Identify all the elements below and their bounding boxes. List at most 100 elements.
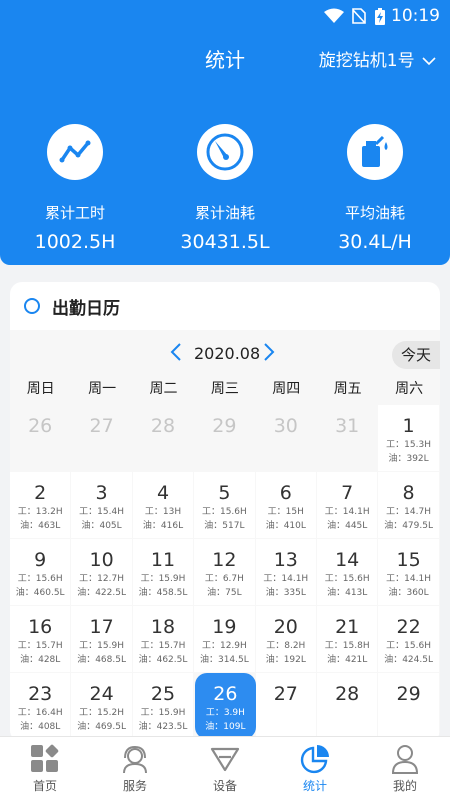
calendar-day[interactable]: 29	[378, 673, 439, 739]
service-headset-icon	[90, 743, 180, 775]
day-fuel: 油：360L	[388, 588, 429, 598]
header: 10:19 统计 旋挖钻机1号 累计工时 1002.5H 累计油耗 30431.…	[0, 0, 450, 265]
tab-bar: 首页 服务 设备 统计 我的	[0, 736, 450, 800]
calendar-day[interactable]: 28	[317, 673, 378, 739]
calendar-day[interactable]: 11 工：15.9H 油：458.5L	[132, 539, 194, 605]
calendar-day[interactable]: 9 工：15.6H 油：460.5L	[10, 539, 71, 605]
day-fuel: 油：463L	[20, 521, 61, 531]
calendar-day[interactable]: 19 工：12.9H 油：314.5L	[194, 606, 255, 672]
calendar-day[interactable]: 27	[255, 673, 316, 739]
day-fuel: 油：410L	[265, 521, 306, 531]
day-number: 25	[150, 683, 176, 705]
chart-line-icon	[47, 124, 103, 180]
calendar-day[interactable]: 16 工：15.7H 油：428L	[10, 606, 71, 672]
day-fuel: 油：445L	[327, 521, 368, 531]
calendar-day[interactable]: 3 工：15.4H 油：405L	[71, 472, 132, 538]
calendar-day[interactable]: 24 工：15.2H 油：469.5L	[71, 673, 132, 739]
chevron-down-icon	[422, 54, 436, 70]
day-number: 27	[89, 415, 114, 437]
day-number: 21	[335, 616, 360, 638]
tab-device[interactable]: 设备	[180, 743, 270, 794]
tab-mine[interactable]: 我的	[360, 743, 450, 794]
calendar-day[interactable]: 17 工：15.9H 油：468.5L	[71, 606, 132, 672]
day-number: 23	[28, 683, 53, 705]
chevron-left-icon[interactable]	[170, 342, 182, 367]
fuel-can-icon	[347, 124, 403, 180]
calendar-day[interactable]: 25 工：15.9H 油：423.5L	[132, 673, 194, 739]
calendar-day[interactable]: 31	[317, 405, 378, 471]
day-number: 28	[335, 683, 360, 705]
calendar-day[interactable]: 30	[255, 405, 316, 471]
day-number: 26	[213, 683, 238, 705]
day-work-hours: 工：14.7H	[386, 507, 431, 517]
calendar-day[interactable]: 12 工：6.7H 油：75L	[194, 539, 255, 605]
weekday-label: 周五	[333, 381, 362, 397]
tab-statistics[interactable]: 统计	[270, 743, 360, 794]
calendar-day[interactable]: 8 工：14.7H 油：479.5L	[378, 472, 439, 538]
day-number: 2	[34, 482, 47, 504]
day-fuel: 油：192L	[265, 655, 306, 665]
calendar-day[interactable]: 1 工：15.3H 油：392L	[378, 405, 439, 471]
weekday-label: 周六	[395, 381, 424, 397]
calendar-day-selected[interactable]: 26 工：3.9H 油：109L	[195, 673, 256, 739]
day-fuel: 油：428L	[20, 655, 61, 665]
day-work-hours: 工：15.9H	[140, 574, 186, 584]
weekday-label: 周一	[88, 381, 117, 397]
day-work-hours: 工：14.1H	[263, 574, 309, 584]
day-number: 19	[212, 616, 237, 638]
calendar-day[interactable]: 14 工：15.6H 油：413L	[317, 539, 378, 605]
day-number: 4	[156, 482, 170, 504]
calendar-day[interactable]: 2 工：13.2H 油：463L	[10, 472, 71, 538]
today-button[interactable]: 今天	[392, 341, 440, 369]
calendar-day[interactable]: 10 工：12.7H 油：422.5L	[71, 539, 132, 605]
calendar-day[interactable]: 22 工：15.6H 油：424.5L	[378, 606, 439, 672]
card-header: 出勤日历	[10, 282, 440, 330]
status-bar: 10:19	[0, 0, 450, 32]
day-number: 11	[150, 549, 176, 571]
calendar-day[interactable]: 28	[132, 405, 194, 471]
day-work-hours: 工：15.8H	[324, 641, 370, 651]
day-work-hours: 工：12.7H	[79, 574, 124, 584]
calendar-day[interactable]: 20 工：8.2H 油：192L	[255, 606, 316, 672]
stat-avg-fuel: 平均油耗 30.4L/H	[300, 124, 450, 253]
calendar: 2020.08 今天 周日 周一 周二 周三 周四 周五 周六 26 27 28 29 30 31 1 工…	[10, 330, 440, 742]
day-number: 24	[89, 683, 114, 705]
day-fuel: 油：517L	[204, 521, 245, 531]
calendar-day[interactable]: 7 工：14.1H 油：445L	[317, 472, 378, 538]
calendar-day[interactable]: 13 工：14.1H 油：335L	[255, 539, 316, 605]
calendar-day[interactable]: 21 工：15.8H 油：421L	[317, 606, 378, 672]
calendar-day[interactable]: 26	[10, 405, 71, 471]
day-fuel: 油：314.5L	[199, 655, 249, 665]
calendar-day[interactable]: 27	[71, 405, 132, 471]
day-number: 17	[89, 616, 114, 638]
day-fuel: 油：469.5L	[77, 722, 126, 732]
day-number: 31	[335, 415, 360, 437]
calendar-day[interactable]: 23 工：16.4H 油：408L	[10, 673, 71, 739]
day-number: 30	[273, 415, 298, 437]
tab-home[interactable]: 首页	[0, 743, 90, 794]
weekday-row: 周日 周一 周二 周三 周四 周五 周六	[10, 378, 440, 404]
status-time: 10:19	[391, 6, 440, 26]
calendar-day[interactable]: 15 工：14.1H 油：360L	[378, 539, 439, 605]
calendar-day[interactable]: 6 工：15H 油：410L	[255, 472, 316, 538]
day-fuel: 油：421L	[327, 655, 368, 665]
day-work-hours: 工：12.9H	[201, 641, 247, 651]
day-work-hours: 工：16.4H	[17, 708, 63, 718]
day-number: 20	[273, 616, 298, 638]
stat-value: 30431.5L	[180, 231, 270, 253]
calendar-day[interactable]: 4 工：13H 油：416L	[132, 472, 194, 538]
day-number: 8	[402, 482, 415, 504]
calendar-day[interactable]: 29	[194, 405, 255, 471]
day-number: 18	[150, 616, 176, 638]
device-selector-label: 旋挖钻机1号	[318, 51, 415, 71]
day-number: 28	[150, 415, 176, 437]
day-fuel: 油：392L	[388, 454, 429, 464]
day-number: 3	[95, 482, 108, 504]
calendar-day[interactable]: 5 工：15.6H 油：517L	[194, 472, 255, 538]
tab-service[interactable]: 服务	[90, 743, 180, 794]
calendar-day[interactable]: 18 工：15.7H 油：462.5L	[132, 606, 194, 672]
device-selector[interactable]: 旋挖钻机1号	[319, 46, 436, 71]
stat-total-hours: 累计工时 1002.5H	[0, 124, 150, 253]
chevron-right-icon[interactable]	[263, 342, 275, 367]
day-fuel: 油：335L	[265, 588, 306, 598]
